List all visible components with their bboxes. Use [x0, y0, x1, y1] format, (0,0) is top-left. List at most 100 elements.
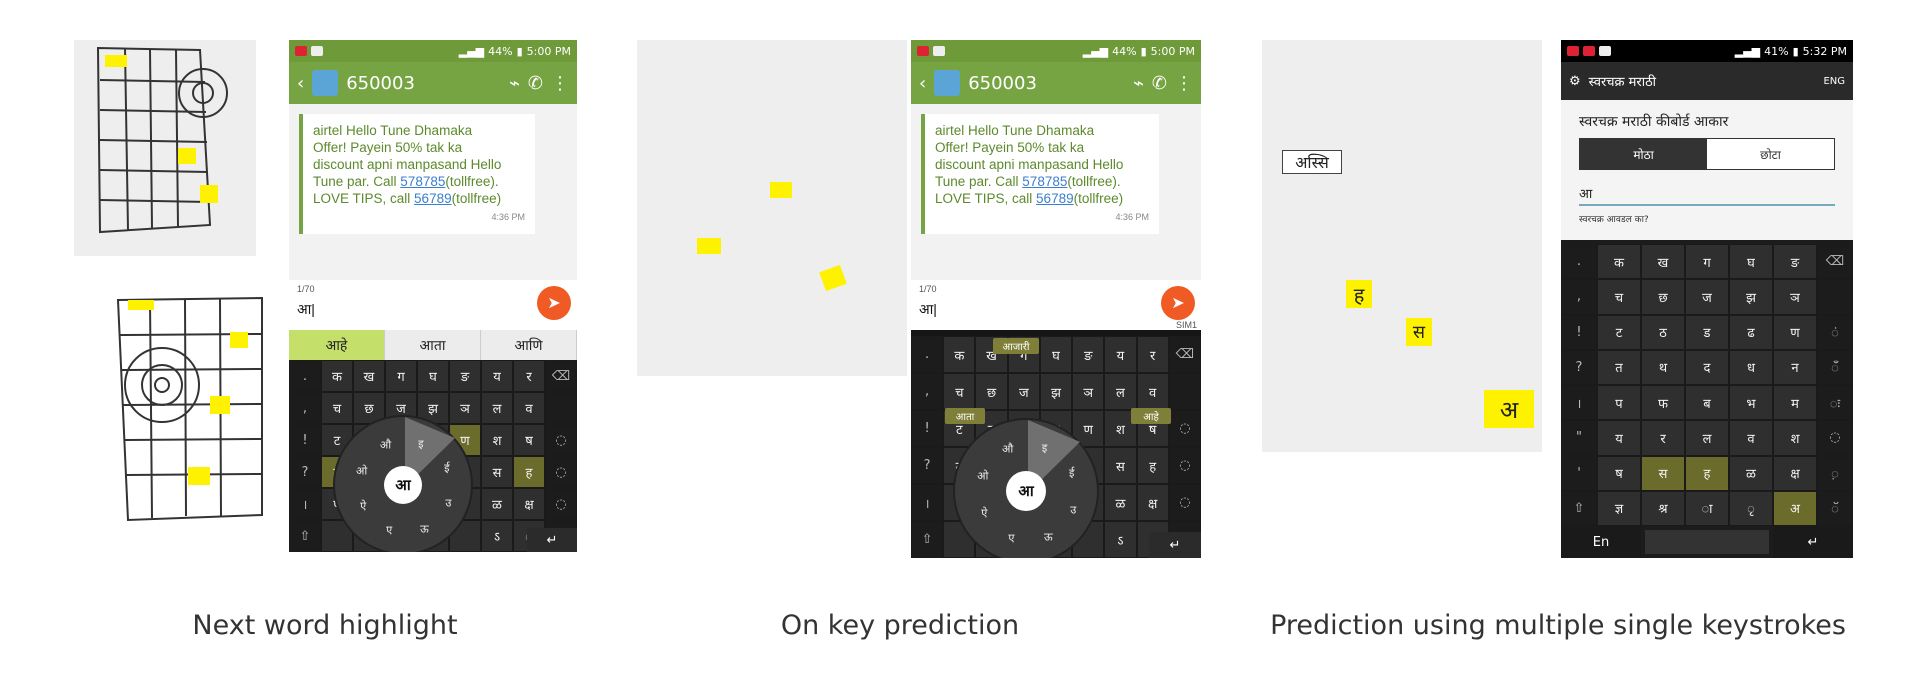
keyboard-key[interactable]: य	[1104, 336, 1137, 373]
suggestion-item[interactable]: आणि	[481, 330, 577, 360]
enter-key[interactable]: ↵	[1149, 532, 1201, 558]
phone-link[interactable]: 578785	[1022, 174, 1067, 189]
keyboard-key[interactable]: घ	[1729, 244, 1773, 280]
keyboard-key[interactable]: व	[1729, 420, 1773, 456]
send-button[interactable]: ➤	[537, 286, 571, 320]
keyboard-key[interactable]: ,	[289, 392, 321, 424]
keyboard-key[interactable]: र	[513, 360, 545, 392]
keyboard-key[interactable]: ◌	[545, 488, 577, 520]
keyboard-key[interactable]: स	[481, 456, 513, 488]
vowel-wheel[interactable]: आ इ ई उ ऊ ए ऐ ओऔ	[953, 418, 1099, 558]
compose-input[interactable]: आ|	[919, 300, 937, 319]
phone-icon[interactable]: ✆	[1152, 73, 1167, 94]
phone-link[interactable]: 56789	[414, 191, 452, 206]
wheel-vowel-key[interactable]: औ	[380, 438, 391, 453]
keyboard-key[interactable]: ब	[1685, 385, 1729, 421]
keyboard-key[interactable]: ऽ	[481, 520, 513, 552]
wheel-vowel-key[interactable]: ऊ	[1044, 529, 1053, 544]
keyboard-key[interactable]: श	[481, 424, 513, 456]
wheel-vowel-key[interactable]: ई	[1069, 465, 1074, 480]
keyboard-key[interactable]: ङ	[449, 360, 481, 392]
keyboard-key[interactable]: घ	[1039, 336, 1073, 373]
keyboard-key[interactable]: ष	[513, 424, 545, 456]
keyboard-key[interactable]: ,	[911, 373, 944, 410]
back-icon[interactable]: ‹	[919, 73, 926, 94]
attach-icon[interactable]: ⌁	[1133, 73, 1144, 94]
keyboard-key[interactable]: घ	[417, 360, 449, 392]
keyboard-key[interactable]: क्ष	[1773, 455, 1817, 491]
keyboard-key[interactable]: ◌	[545, 456, 577, 488]
suggestion-item[interactable]: आहे	[289, 330, 385, 360]
keyboard-key[interactable]: ?	[289, 456, 321, 488]
keyboard-key[interactable]: ह	[513, 456, 545, 488]
keyboard-key[interactable]: ज	[1685, 279, 1729, 315]
keyboard-key[interactable]: ळ	[481, 488, 513, 520]
phone-icon[interactable]: ✆	[528, 73, 543, 94]
keyboard-key[interactable]: "	[1561, 420, 1597, 456]
keyboard-key[interactable]: ध	[1729, 349, 1773, 385]
keyboard-key[interactable]: ँ	[1817, 349, 1853, 385]
keyboard-key[interactable]: न	[1773, 349, 1817, 385]
wheel-vowel-key[interactable]: ओ	[356, 464, 367, 479]
keyboard-key[interactable]: य	[1597, 420, 1641, 456]
key-prediction-popup[interactable]: आता	[945, 408, 985, 424]
wheel-vowel-key[interactable]: उ	[445, 495, 451, 510]
keyboard-key[interactable]: ष	[1597, 455, 1641, 491]
keyboard-key[interactable]: श	[1773, 420, 1817, 456]
backspace-key[interactable]: ⌫	[545, 360, 577, 392]
keyboard-key[interactable]: ल	[481, 392, 513, 424]
keyboard-key[interactable]: झ	[1039, 373, 1073, 410]
phone-link[interactable]: 578785	[400, 174, 445, 189]
keyboard-key[interactable]	[1817, 279, 1853, 315]
wheel-center-key[interactable]: आ	[384, 466, 422, 504]
wheel-vowel-key[interactable]: ए	[386, 523, 392, 538]
keyboard-key[interactable]: द	[1685, 349, 1729, 385]
keyboard-key[interactable]	[545, 392, 577, 424]
keyboard-key[interactable]: ञ	[1773, 279, 1817, 315]
wheel-vowel-key[interactable]: इ	[1042, 440, 1047, 455]
keyboard-key[interactable]: क्ष	[513, 488, 545, 520]
keyboard-key[interactable]: ढ	[1729, 314, 1773, 350]
keyboard-key[interactable]: अ	[1773, 490, 1817, 526]
keyboard-key[interactable]: ञ	[449, 392, 481, 424]
keyboard-key[interactable]: ङ	[1773, 244, 1817, 280]
keyboard-key[interactable]: ◌	[1168, 484, 1201, 521]
keyboard-key[interactable]: ◌	[545, 424, 577, 456]
keyboard-key[interactable]: ।	[911, 484, 944, 521]
keyboard-key[interactable]: ल	[1685, 420, 1729, 456]
space-key[interactable]	[1645, 530, 1769, 554]
keyboard-key[interactable]: ः	[1817, 385, 1853, 421]
keyboard-key[interactable]: '	[1561, 455, 1597, 491]
backspace-key[interactable]: ⌫	[1168, 336, 1201, 373]
keyboard-key[interactable]: ळ	[1729, 455, 1773, 491]
keyboard-key[interactable]: ण	[1773, 314, 1817, 350]
keyboard-key[interactable]: थ	[1641, 349, 1685, 385]
keyboard-key[interactable]: ं	[1817, 314, 1853, 350]
keyboard-key[interactable]: क	[943, 336, 976, 373]
keyboard-key[interactable]: ◌	[1817, 420, 1853, 456]
keyboard-key[interactable]: म	[1773, 385, 1817, 421]
language-switch-key[interactable]: En	[1561, 526, 1641, 558]
keyboard-key[interactable]: च	[1597, 279, 1641, 315]
keyboard-key[interactable]: ऽ	[1104, 521, 1137, 558]
keyboard-key[interactable]: श्र	[1641, 490, 1685, 526]
keyboard-key[interactable]: ह	[1685, 455, 1729, 491]
keyboard-key[interactable]: ?	[911, 447, 944, 484]
keyboard-key[interactable]: य	[481, 360, 513, 392]
keyboard-key[interactable]: ल	[1104, 373, 1137, 410]
keyboard-key[interactable]: ळ	[1104, 484, 1137, 521]
keyboard-key[interactable]: व	[513, 392, 545, 424]
keyboard-key[interactable]: च	[943, 373, 976, 410]
keyboard-key[interactable]: ङ	[1072, 336, 1105, 373]
wheel-vowel-key[interactable]: ई	[444, 460, 449, 475]
wheel-vowel-key[interactable]: ए	[1008, 531, 1014, 546]
attach-icon[interactable]: ⌁	[509, 73, 520, 94]
wheel-vowel-key[interactable]: इ	[418, 436, 423, 451]
keyboard-key[interactable]	[1168, 373, 1201, 410]
avatar[interactable]	[934, 70, 961, 96]
size-option-big[interactable]: मोठा	[1580, 139, 1707, 169]
keyboard-key[interactable]: क	[321, 360, 353, 392]
wheel-vowel-key[interactable]: ऐ	[360, 499, 366, 514]
wheel-vowel-key[interactable]: ऐ	[981, 506, 987, 521]
keyboard-key[interactable]: ह	[1136, 447, 1169, 484]
